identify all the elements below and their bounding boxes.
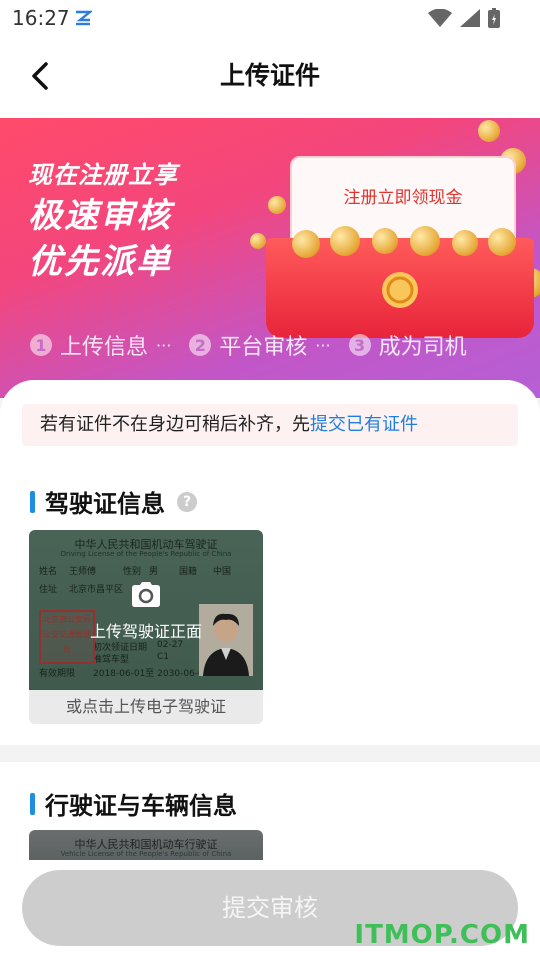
step-1: 1 上传信息 ··· — [30, 329, 171, 361]
slogan-line-3: 优先派单 — [28, 242, 172, 282]
watermark: ITMOP.COM — [354, 920, 530, 950]
section-title-driver-license: 驾驶证信息 ? — [30, 484, 197, 519]
step-2: 2 平台审核 ··· — [189, 329, 331, 361]
step-label: 成为司机 — [378, 335, 467, 360]
coin-icon — [452, 230, 478, 256]
envelope-text: 注册立即领现金 — [343, 188, 463, 208]
step-dots: ··· — [315, 335, 331, 355]
coin-icon — [330, 226, 360, 256]
status-bar: 16:27 — [0, 0, 540, 34]
upload-electronic-license-link[interactable]: 或点击上传电子驾驶证 — [29, 690, 263, 724]
page-title: 上传证件 — [219, 61, 320, 90]
notice-banner: 若有证件不在身边可稍后补齐，先提交已有证件 — [22, 404, 518, 446]
app-notification-icon — [76, 10, 92, 26]
vehicle-license-upload[interactable]: 中华人民共和国机动车行驶证 Vehicle License of the Peo… — [29, 830, 263, 860]
notice-text: 若有证件不在身边可稍后补齐，先 — [40, 414, 310, 435]
coin-icon — [488, 228, 516, 256]
step-number: 1 — [30, 334, 52, 356]
upload-overlay: 上传驾驶证正面 — [29, 530, 263, 690]
camera-icon — [132, 582, 160, 607]
envelope-emblem-icon — [382, 272, 418, 308]
battery-icon — [488, 8, 500, 28]
slogan-line-1: 现在注册立享 — [28, 161, 178, 189]
coin-icon — [292, 230, 320, 258]
registration-steps: 1 上传信息 ··· 2 平台审核 ··· 3 成为司机 — [0, 310, 540, 380]
upload-front-label: 上传驾驶证正面 — [89, 622, 202, 641]
system-icons — [428, 8, 500, 28]
step-number: 3 — [348, 334, 371, 356]
help-icon[interactable]: ? — [177, 491, 197, 512]
section-title-text: 行驶证与车辆信息 — [45, 792, 237, 820]
signal-icon — [460, 9, 480, 27]
driver-license-card: 若有证件不在身边可稍后补齐，先提交已有证件 驾驶证信息 ? 中华人民共和国机动车… — [0, 380, 540, 745]
coin-icon — [372, 228, 398, 254]
step-label: 上传信息 — [60, 335, 149, 360]
step-number: 2 — [189, 334, 212, 356]
step-label: 平台审核 — [219, 335, 308, 360]
section-accent-bar — [30, 792, 35, 815]
section-accent-bar — [30, 490, 35, 513]
submit-existing-link[interactable]: 提交已有证件 — [310, 414, 418, 435]
status-time: 16:27 — [12, 6, 70, 30]
vehicle-license-subtitle: Vehicle License of the People's Republic… — [60, 850, 232, 858]
app-header: 上传证件 — [0, 34, 540, 118]
coin-icon — [268, 196, 286, 214]
slogan-line-2: 极速审核 — [28, 196, 172, 236]
step-3: 3 成为司机 — [348, 329, 467, 361]
coin-icon — [250, 233, 266, 249]
driver-license-upload[interactable]: 中华人民共和国机动车驾驶证 Driving License of the Peo… — [29, 530, 263, 724]
section-title-text: 驾驶证信息 — [45, 490, 165, 518]
wifi-icon — [428, 9, 452, 27]
banner-slogan: 现在注册立享 极速审核 优先派单 — [28, 163, 178, 279]
coin-icon — [410, 226, 440, 256]
coin-icon — [478, 120, 500, 142]
step-dots: ··· — [156, 335, 172, 355]
section-title-vehicle-license: 行驶证与车辆信息 — [30, 786, 237, 821]
